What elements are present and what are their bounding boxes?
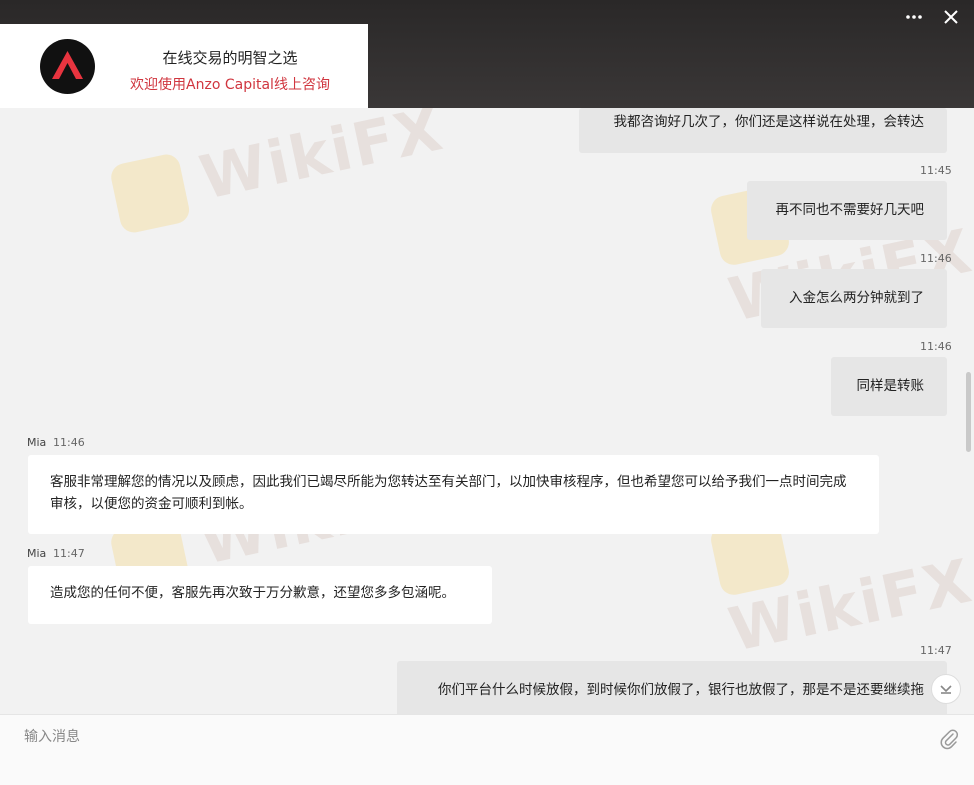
watermark: WikiFX [108, 108, 450, 236]
message-text: 造成您的任何不便，客服先再次致于万分歉意，还望您多多包涵呢。 [50, 585, 455, 601]
scrollbar-thumb[interactable] [966, 372, 971, 452]
paperclip-icon[interactable] [938, 727, 960, 751]
message-sender: Mia [27, 436, 47, 449]
message-text: 我都咨询好几次了，你们还是这样说在处理，会转达 [613, 114, 925, 130]
message-time: 11:47 [920, 644, 952, 657]
message-time: 11:47 [53, 547, 85, 560]
message-bubble: 再不同也不需要好几天吧 [747, 181, 947, 240]
chat-header: 在线交易的明智之选 欢迎使用Anzo Capital线上咨询 [0, 0, 974, 108]
message-bubble: 造成您的任何不便，客服先再次致于万分歉意，还望您多多包涵呢。 [28, 566, 492, 624]
message-bubble: 我都咨询好几次了，你们还是这样说在处理，会转达 [579, 108, 947, 153]
anzo-logo [40, 39, 95, 94]
message-bubble: 客服非常理解您的情况以及顾虑，因此我们已竭尽所能为您转达至有关部门，以加快审核程… [28, 455, 879, 534]
message-list[interactable]: WikiFX WikiFX WikiFX WikiFX 我都咨询好几次了，你们还… [0, 108, 974, 714]
message-time: 11:45 [920, 164, 952, 177]
message-bubble: 你们平台什么时候放假，到时候你们放假了，银行也放假了，那是不是还要继续拖 [397, 661, 947, 714]
message-bubble: 同样是转账 [831, 357, 947, 416]
message-text: 入金怎么两分钟就到了 [789, 290, 924, 306]
more-dots-icon[interactable] [903, 6, 925, 28]
chevron-down-icon [940, 685, 952, 694]
message-text: 你们平台什么时候放假，到时候你们放假了，银行也放假了，那是不是还要继续拖 [438, 682, 924, 698]
watermark-text: WikiFX [194, 108, 450, 214]
brand-subtitle: 欢迎使用Anzo Capital线上咨询 [130, 77, 330, 93]
message-text: 客服非常理解您的情况以及顾虑，因此我们已竭尽所能为您转达至有关部门，以加快审核程… [50, 474, 847, 512]
message-time: 11:46 [920, 252, 952, 265]
message-time: 11:46 [53, 436, 85, 449]
message-text: 同样是转账 [856, 378, 925, 394]
message-time: 11:46 [920, 340, 952, 353]
message-text: 再不同也不需要好几天吧 [775, 202, 925, 218]
jump-to-bottom-button[interactable] [931, 674, 961, 704]
close-icon[interactable] [940, 6, 962, 28]
message-input[interactable] [22, 723, 906, 751]
message-composer [0, 714, 974, 785]
message-bubble: 入金怎么两分钟就到了 [761, 269, 947, 328]
brand-card: 在线交易的明智之选 欢迎使用Anzo Capital线上咨询 [0, 24, 368, 108]
message-sender: Mia [27, 547, 47, 560]
brand-title: 在线交易的明智之选 [162, 49, 298, 67]
